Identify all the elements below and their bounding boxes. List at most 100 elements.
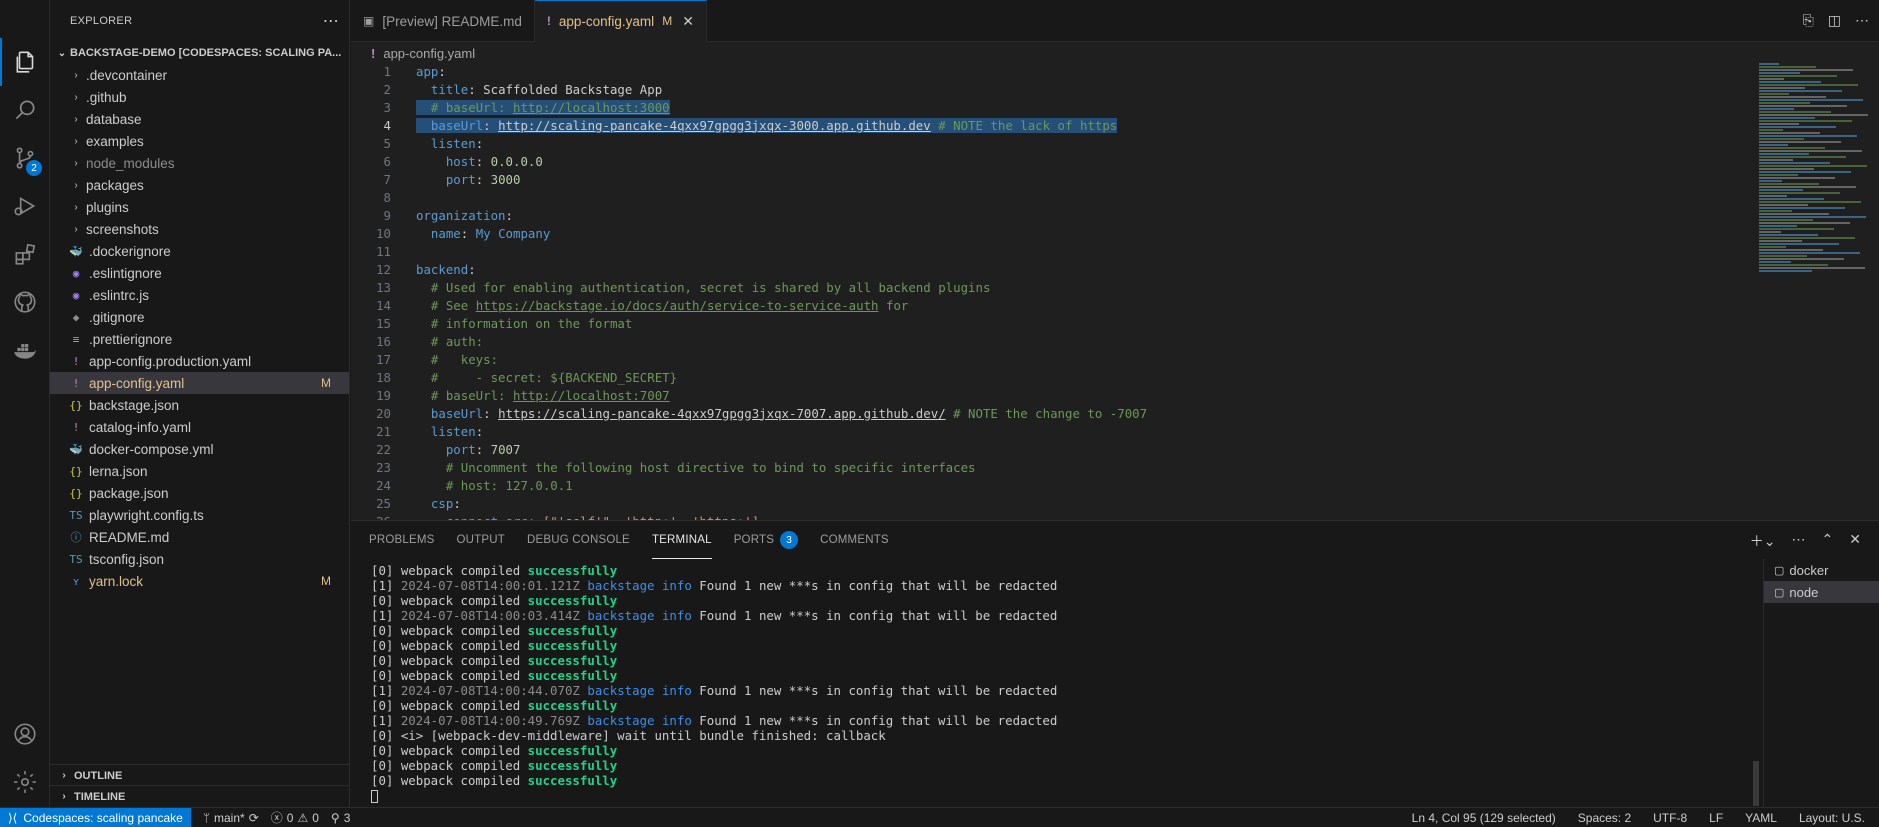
minimap-line [1759, 264, 1828, 266]
tab-readme-preview[interactable]: ▣ [Preview] README.md [351, 0, 535, 42]
line-number: 4 [383, 117, 391, 133]
panel-tab-terminal[interactable]: TERMINAL [651, 521, 712, 559]
close-panel-icon[interactable]: ✕ [1849, 531, 1861, 551]
tree-file[interactable]: TS tsconfig.json [50, 548, 349, 570]
minimap-line [1759, 240, 1802, 242]
line-number: 13 [376, 279, 391, 295]
line-number: 23 [376, 459, 391, 475]
tree-file[interactable]: ! catalog-info.yaml [50, 416, 349, 438]
terminal-prompt[interactable] [371, 788, 1501, 803]
file-tree: › .devcontainer › .github › database › examples… [50, 64, 349, 592]
code-editor[interactable]: 1 app: 2 title: Scaffolded Backstage App 3 … [351, 62, 1741, 521]
project-name: BACKSTAGE-DEMO [CODESPACES: SCALING PA..… [70, 47, 342, 59]
line-number: 3 [383, 99, 391, 115]
terminal-token: successfully [527, 758, 618, 773]
tree-folder[interactable]: › database [50, 108, 349, 130]
new-terminal-icon[interactable]: ＋⌄ [1750, 531, 1776, 551]
tree-file[interactable]: ◆ .gitignore [50, 306, 349, 328]
maximize-panel-icon[interactable]: ⌃ [1822, 531, 1834, 551]
terminal-instance[interactable]: ▢ docker [1764, 559, 1879, 581]
more-actions-icon[interactable]: ⋯ [1792, 531, 1806, 551]
branch-status[interactable]: ᛘ main* ⟳ [203, 811, 259, 825]
indentation[interactable]: Spaces: 2 [1578, 811, 1631, 825]
outline-section[interactable]: › OUTLINE [50, 764, 350, 786]
run-debug-icon[interactable] [0, 182, 50, 230]
tree-folder[interactable]: › .github [50, 86, 349, 108]
minimap-line [1759, 228, 1834, 230]
tree-item-label: .dockerignore [89, 243, 171, 259]
explorer-files-icon[interactable] [0, 38, 50, 86]
more-actions-icon[interactable]: ⋯ [323, 11, 339, 31]
more-actions-icon[interactable]: ⋯ [1855, 12, 1869, 29]
panel-tab-problems[interactable]: PROBLEMS [369, 521, 435, 559]
tree-folder[interactable]: › .devcontainer [50, 64, 349, 86]
split-editor-icon[interactable]: ◫ [1828, 12, 1841, 29]
tree-file[interactable]: ! app-config.yaml M [50, 372, 349, 394]
terminal-token: [0] webpack compiled [371, 638, 528, 653]
tree-file[interactable]: {} lerna.json [50, 460, 349, 482]
encoding[interactable]: UTF-8 [1653, 811, 1687, 825]
code-text: # baseUrl: http://localhost:7007 [416, 388, 670, 403]
language-mode[interactable]: YAML [1745, 811, 1777, 825]
tree-folder[interactable]: › examples [50, 130, 349, 152]
line-ending[interactable]: LF [1709, 811, 1723, 825]
tree-file[interactable]: {} package.json [50, 482, 349, 504]
search-icon[interactable] [0, 86, 50, 134]
terminal-token: successfully [527, 653, 618, 668]
tree-file[interactable]: 🐳 .dockerignore [50, 240, 349, 262]
extensions-icon[interactable] [0, 230, 50, 278]
tree-file[interactable]: ʏ yarn.lock M [50, 570, 349, 592]
settings-gear-icon[interactable] [0, 758, 50, 806]
timeline-section[interactable]: › TIMELINE [50, 785, 350, 807]
panel-tab-comments[interactable]: COMMENTS [820, 521, 889, 559]
remote-indicator[interactable]: ⟩⟨ Codespaces: scaling pancake [0, 807, 191, 827]
tab-app-config[interactable]: ! app-config.yaml M ✕ [534, 0, 707, 42]
terminal-token: successfully [527, 698, 618, 713]
tree-file[interactable]: ⓘ README.md [50, 526, 349, 548]
open-changes-icon[interactable]: ⎘ [1803, 12, 1814, 29]
docker-icon[interactable] [0, 326, 50, 374]
tree-folder[interactable]: › packages [50, 174, 349, 196]
tree-file[interactable]: ◉ .eslintrc.js [50, 284, 349, 306]
minimap-line [1759, 252, 1860, 254]
tree-folder[interactable]: › node_modules [50, 152, 349, 174]
tree-file[interactable]: 🐳 docker-compose.yml [50, 438, 349, 460]
terminal-output[interactable]: [0] webpack compiled successfully [1] 202… [371, 563, 1501, 803]
tree-file[interactable]: {} backstage.json [50, 394, 349, 416]
keyboard-layout[interactable]: Layout: U.S. [1799, 811, 1865, 825]
panel-tabs: PROBLEMS OUTPUT DEBUG CONSOLE TERMINAL PORTS… [351, 521, 1879, 559]
minimap-line [1759, 189, 1803, 191]
yaml-icon: ! [72, 420, 80, 434]
line-number: 20 [376, 405, 391, 421]
panel-tab-debug-console[interactable]: DEBUG CONSOLE [527, 521, 630, 559]
code-line: 26 connect-src: ["'self'", 'http:', 'htt… [351, 512, 1741, 521]
line-number: 7 [383, 171, 391, 187]
accounts-icon[interactable] [0, 710, 50, 758]
minimap[interactable] [1759, 62, 1879, 302]
terminal-instance[interactable]: ▢ node [1764, 581, 1879, 603]
code-line: 1 app: [351, 62, 1741, 80]
chevron-right-icon: › [74, 113, 78, 125]
panel-tab-label: PROBLEMS [369, 534, 435, 546]
breadcrumb[interactable]: ! app-config.yaml [351, 42, 1879, 64]
tree-folder[interactable]: › plugins [50, 196, 349, 218]
project-root[interactable]: ⌄ BACKSTAGE-DEMO [CODESPACES: SCALING PA… [50, 42, 349, 64]
panel-tab-output[interactable]: OUTPUT [457, 521, 505, 559]
ports-status[interactable]: ⚲ 3 [331, 811, 350, 825]
minimap-line [1759, 249, 1823, 251]
tree-file[interactable]: TS playwright.config.ts [50, 504, 349, 526]
panel-tab-ports[interactable]: PORTS 3 [734, 521, 799, 559]
chevron-right-icon: › [62, 770, 66, 781]
tree-file[interactable]: ◉ .eslintignore [50, 262, 349, 284]
tree-file[interactable]: ≡ .prettierignore [50, 328, 349, 350]
close-icon[interactable]: ✕ [682, 13, 694, 30]
github-icon[interactable] [0, 278, 50, 326]
minimap-line [1759, 102, 1810, 104]
tree-file[interactable]: ! app-config.production.yaml [50, 350, 349, 372]
terminal-scrollbar[interactable] [1753, 761, 1759, 806]
source-control-icon[interactable]: 2 [0, 134, 50, 182]
problems-status[interactable]: ⓧ 0 ⚠ 0 [271, 809, 319, 826]
cursor-position[interactable]: Ln 4, Col 95 (129 selected) [1412, 811, 1556, 825]
tree-folder[interactable]: › screenshots [50, 218, 349, 240]
